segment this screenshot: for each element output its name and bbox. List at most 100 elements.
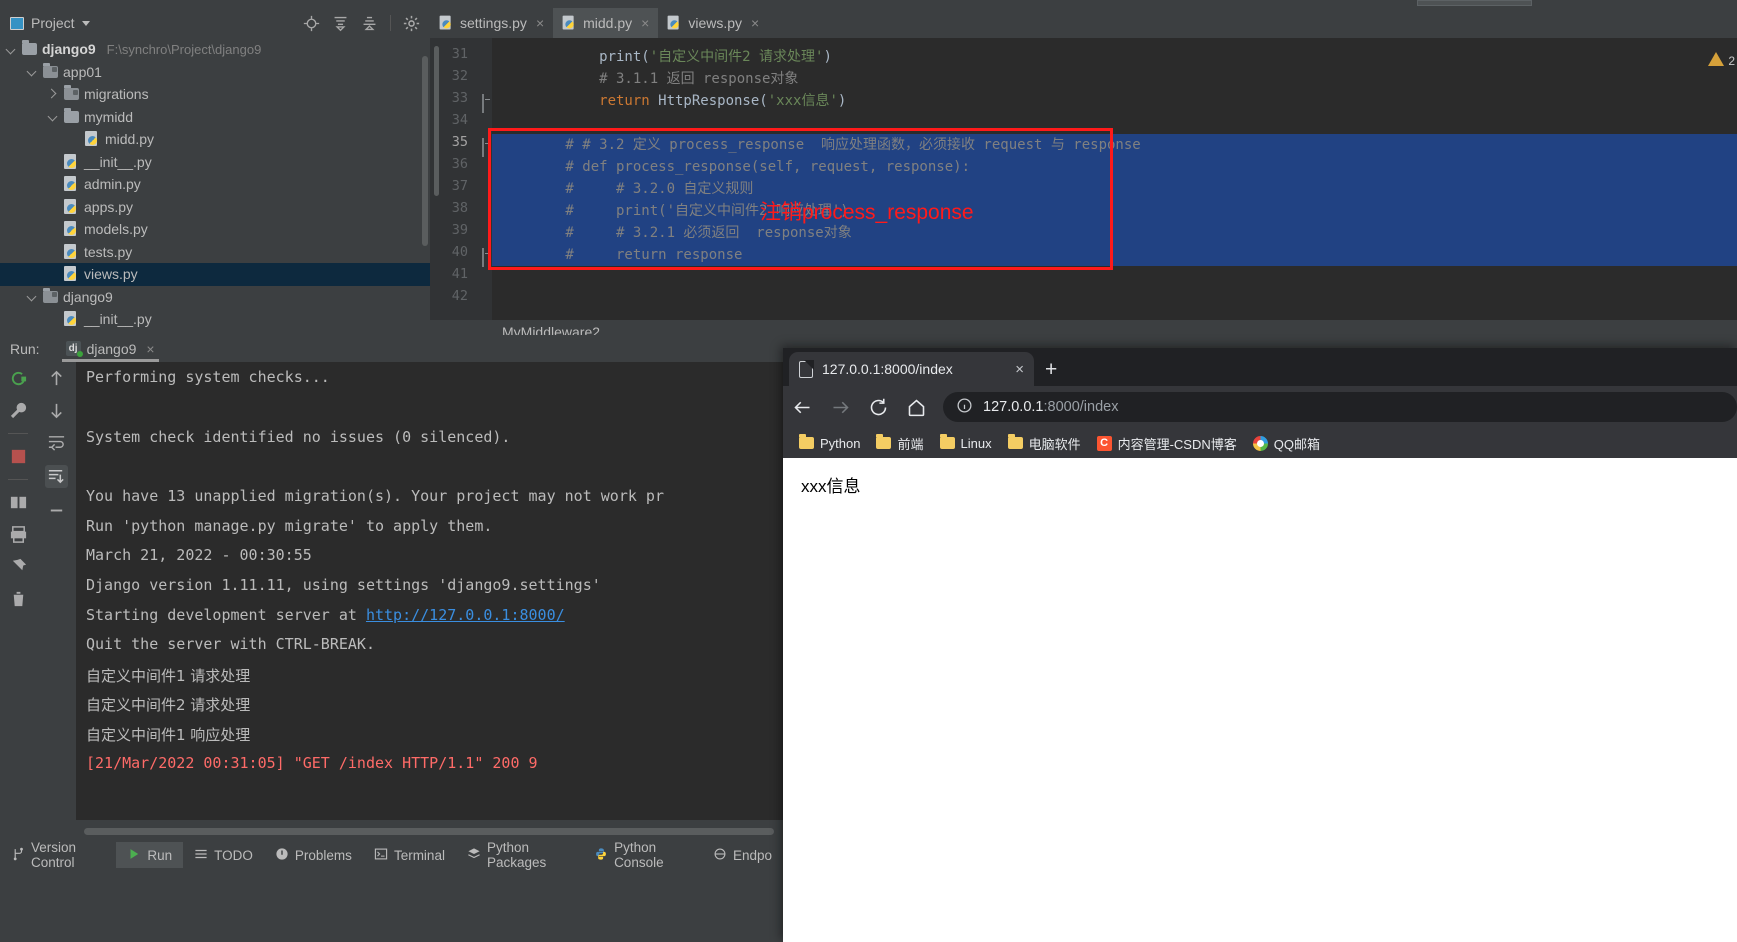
rerun-icon[interactable] [9, 369, 28, 388]
project-panel-title[interactable]: Project [10, 15, 90, 31]
tool-window-button[interactable]: Terminal [363, 842, 456, 868]
pin-icon[interactable] [9, 557, 28, 576]
code-line[interactable]: # 3.1.1 返回 response对象 [492, 68, 1737, 90]
code-line[interactable]: return HttpResponse('xxx信息') [492, 90, 1737, 112]
tool-window-button[interactable]: Python Console [583, 840, 702, 870]
editor-gutter: 31 32 33 34 35 36 37 38 39 40 41 42 [430, 38, 492, 320]
locate-target-icon[interactable] [303, 15, 320, 32]
tree-item[interactable]: models.py [0, 218, 430, 241]
bookmarks-bar[interactable]: Python 前端 Linux 电脑软件 C 内容管理-CSDN博客 QQ邮箱 [783, 428, 1737, 458]
chevron-right-icon[interactable] [48, 89, 59, 100]
address-bar[interactable]: 127.0.0.1:8000/index [943, 392, 1737, 422]
arrow-down-icon[interactable] [47, 401, 66, 420]
console-horizontal-scrollbar[interactable] [84, 828, 774, 835]
chevron-down-icon[interactable] [48, 111, 59, 122]
back-button[interactable] [783, 388, 821, 426]
bookmark-item[interactable]: Linux [934, 433, 998, 454]
tree-item[interactable]: views.py [0, 263, 430, 286]
run-console-output[interactable]: Performing system checks... System check … [76, 362, 783, 820]
tree-item[interactable]: midd.py [0, 128, 430, 151]
chevron-down-icon[interactable] [81, 20, 90, 26]
project-tree[interactable]: django9 F:\synchro\Project\django9 app01 mi… [0, 38, 430, 335]
expand-all-icon[interactable] [332, 15, 349, 32]
tool-window-bar[interactable]: Version Control Run TODO Problems Terminal Py… [0, 840, 783, 870]
tree-item[interactable]: django9 F:\synchro\Project\django9 [0, 38, 430, 61]
code-line[interactable]: # # 3.2.0 自定义规则 [492, 178, 1737, 200]
code-line[interactable]: # # 3.2 定义 process_response 响应处理函数，必须接收 … [492, 134, 1737, 156]
info-icon[interactable] [956, 397, 973, 418]
bookmark-item[interactable]: QQ邮箱 [1247, 431, 1326, 456]
bookmark-item[interactable]: 前端 [870, 431, 929, 456]
editor-tab[interactable]: views.py × [658, 8, 768, 38]
bookmark-item[interactable]: C 内容管理-CSDN博客 [1091, 431, 1243, 456]
console-link[interactable]: http://127.0.0.1:8000/ [366, 606, 565, 624]
tree-item[interactable]: tests.py [0, 241, 430, 264]
print-icon[interactable] [9, 525, 28, 544]
tree-item[interactable]: __init__.py [0, 308, 430, 331]
more-icon[interactable] [47, 501, 66, 520]
code-editor[interactable]: 31 32 33 34 35 36 37 38 39 40 41 42 print('自定义中间件2 … [430, 38, 1737, 320]
tool-window-button[interactable]: Endpo [702, 842, 783, 868]
tree-item[interactable]: django9 [0, 286, 430, 309]
code-line[interactable] [492, 112, 1737, 134]
home-button[interactable] [897, 388, 935, 426]
code-line[interactable] [492, 288, 1737, 310]
tree-item[interactable]: migrations [0, 83, 430, 106]
run-actions-left [0, 362, 36, 820]
warning-icon[interactable] [1708, 52, 1724, 66]
annotation-text: 注销process_response [760, 201, 974, 224]
layout-icon[interactable] [9, 493, 28, 512]
editor-tab-bar[interactable]: settings.py × midd.py × views.py × [430, 8, 1737, 38]
code-line[interactable]: # def process_response(self, request, re… [492, 156, 1737, 178]
editor-tab[interactable]: midd.py × [553, 8, 659, 38]
code-line[interactable]: # return response [492, 244, 1737, 266]
bookmark-item[interactable]: 电脑软件 [1002, 431, 1087, 456]
scroll-to-end-icon[interactable] [44, 465, 68, 488]
tree-item[interactable]: admin.py [0, 173, 430, 196]
wrench-icon[interactable] [9, 401, 28, 420]
project-toolbar-actions [303, 15, 430, 32]
chevron-down-icon[interactable] [27, 291, 38, 302]
chevron-down-icon[interactable] [27, 66, 38, 77]
tree-item[interactable]: mymidd [0, 106, 430, 129]
code-lines[interactable]: print('自定义中间件2 请求处理') # 3.1.1 返回 respons… [492, 38, 1737, 320]
tree-item[interactable]: __init__.py [0, 151, 430, 174]
close-icon[interactable]: × [641, 15, 649, 31]
browser-tab[interactable]: 127.0.0.1:8000/index × [789, 352, 1034, 386]
bookmark-item[interactable]: Python [793, 433, 866, 454]
code-line[interactable]: # print('自定义中间件2 响应处理') [492, 200, 1737, 222]
tree-item-label: __init__.py [84, 153, 152, 170]
reload-button[interactable] [859, 388, 897, 426]
tool-window-button[interactable]: TODO [183, 842, 264, 868]
tool-window-button[interactable]: Version Control [0, 840, 116, 870]
close-icon[interactable]: × [1015, 361, 1024, 378]
trash-icon[interactable] [9, 589, 28, 608]
code-line[interactable]: # # 3.2.1 必须返回 response对象 [492, 222, 1737, 244]
stop-icon[interactable] [9, 447, 28, 466]
gear-icon[interactable] [403, 15, 420, 32]
tool-window-button[interactable]: Run [116, 842, 184, 868]
editor-tab[interactable]: settings.py × [430, 8, 553, 38]
tool-window-button[interactable]: Python Packages [456, 840, 583, 870]
code-line[interactable]: print('自定义中间件2 请求处理') [492, 46, 1737, 68]
chevron-down-icon[interactable] [6, 44, 17, 55]
warning-count: 2 [1728, 54, 1735, 68]
tree-item[interactable]: apps.py [0, 196, 430, 219]
run-configuration-tab[interactable]: dj django9 × [61, 335, 159, 362]
tool-window-button[interactable]: Problems [264, 842, 363, 868]
close-icon[interactable]: × [536, 15, 544, 31]
forward-button[interactable] [821, 388, 859, 426]
close-icon[interactable]: × [146, 341, 154, 357]
folder-icon [876, 434, 892, 449]
tree-item[interactable]: app01 [0, 61, 430, 84]
console-text: Starting development server at [86, 605, 366, 624]
close-icon[interactable]: × [751, 15, 759, 31]
code-line[interactable] [492, 266, 1737, 288]
soft-wrap-icon[interactable] [47, 433, 66, 452]
folder-icon [43, 62, 58, 78]
arrow-up-icon[interactable] [47, 369, 66, 388]
new-tab-button[interactable]: + [1045, 359, 1057, 380]
collapse-all-icon[interactable] [361, 15, 378, 32]
tree-scrollbar[interactable] [422, 56, 428, 246]
